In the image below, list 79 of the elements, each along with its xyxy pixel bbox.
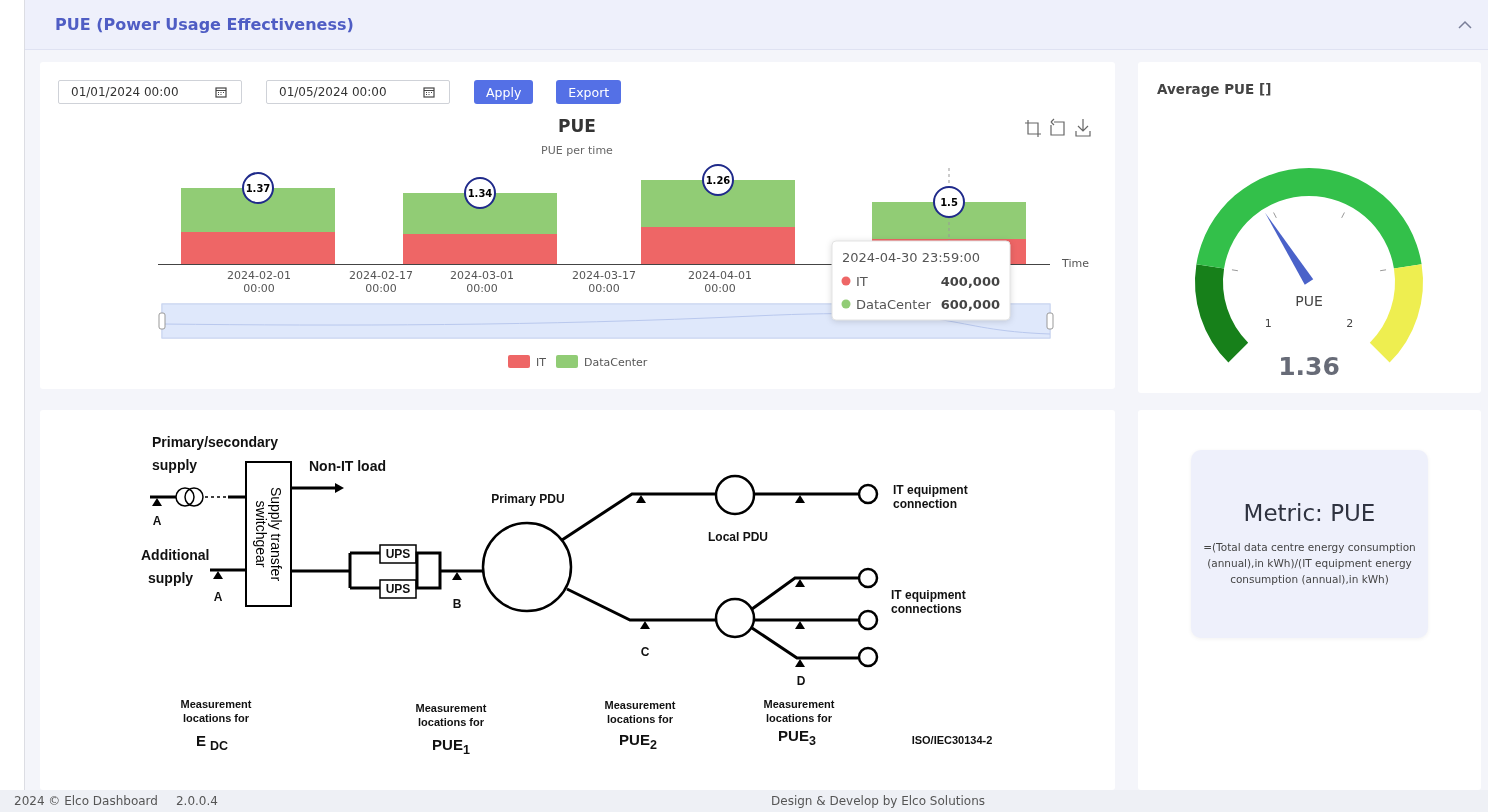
date-field[interactable]: 01/01/2024 00:00: [58, 80, 242, 104]
diagram-label: Supply transfer: [268, 486, 283, 582]
diagram-label: connections: [891, 603, 962, 615]
diagram-label: A: [213, 591, 223, 603]
diagram-label: Measurement: [763, 698, 835, 710]
axis-name: Time: [1062, 257, 1089, 270]
value-label: 1.26: [705, 175, 731, 186]
undo-icon[interactable]: [1050, 118, 1065, 136]
diagram-label: Measurement: [415, 702, 487, 714]
section-title: PUE (Power Usage Effectiveness): [55, 15, 354, 34]
diagram-label: Primary PDU: [491, 493, 565, 505]
diagram-label: Local PDU: [708, 531, 768, 543]
diagram-label: C: [640, 646, 650, 658]
diagram-label: IT equipment: [893, 484, 968, 496]
diagram-label: IT equipment: [891, 589, 966, 601]
diagram-label: E $_{DC}$: [195, 733, 229, 753]
diagram-label: PUE$_{1}$: [432, 737, 470, 757]
diagram-label: UPS: [385, 583, 411, 595]
diagram-label: Primary/secondary: [152, 435, 279, 449]
credit-text: Design & Develop by Elco Solutions: [771, 794, 985, 808]
gauge-max-label: 2: [1346, 316, 1354, 330]
metric-title: Metric: PUE: [1243, 500, 1376, 527]
apply-button[interactable]: Apply: [474, 80, 534, 104]
gauge-value: 1.36: [1278, 352, 1340, 381]
diagram-label: connection: [893, 498, 957, 510]
diagram-label: A: [152, 515, 162, 527]
gauge-min-label: 1: [1264, 316, 1272, 330]
series-name: DataCenter: [856, 297, 931, 312]
chart-subtitle: PUE per time: [541, 144, 613, 157]
value-label: 1.37: [245, 183, 271, 194]
axis-tick-label: 2024-03-17 00:00: [572, 269, 636, 295]
axis-tick-label: 2024-02-01 00:00: [227, 269, 291, 295]
download-icon[interactable]: [1075, 118, 1091, 137]
legend-label[interactable]: IT: [536, 356, 546, 369]
diagram-label: Measurement: [180, 698, 252, 710]
diagram-label: D: [796, 675, 806, 687]
diagram-label: Additional: [141, 548, 210, 562]
card-title: Average PUE []: [1156, 80, 1273, 97]
diagram-label: locations for: [418, 716, 484, 728]
axis-tick-label: 2024-04-01 00:00: [688, 269, 752, 295]
value-marker: [242, 172, 274, 204]
diagram-label: supply: [148, 571, 194, 585]
version-text: 2.0.0.4: [175, 794, 218, 808]
axis-tick-label: 2024-03-01 00:00: [450, 269, 514, 295]
series-value: 600,000: [940, 297, 1000, 312]
date-field[interactable]: 01/05/2024 00:00: [266, 80, 450, 104]
diagram-label: Measurement: [604, 699, 676, 711]
diagram-label: ISO/IEC30134-2: [911, 734, 993, 746]
crop-icon[interactable]: [1024, 119, 1042, 138]
value-marker: [464, 177, 496, 209]
diagram-label: locations for: [766, 712, 832, 724]
diagram-label: PUE$_{3}$: [778, 728, 816, 748]
series-name: IT: [856, 274, 868, 289]
chevron-icon[interactable]: [1458, 19, 1472, 30]
diagram-label: PUE$_{2}$: [619, 732, 657, 752]
metric-formula: =(Total data centre energy consumption (annual),in kWh)/(IT equipment energy consumption (annual),in kWh): [1202, 540, 1417, 587]
diagram-label: UPS: [385, 548, 411, 560]
series-value: 400,000: [940, 274, 1000, 289]
chart-title: PUE: [558, 116, 596, 136]
diagram-label: switchgear: [253, 500, 268, 568]
gauge-label: PUE: [1295, 293, 1323, 309]
diagram-label: locations for: [607, 713, 673, 725]
value-marker: [702, 164, 734, 196]
calendar-icon[interactable]: [423, 86, 435, 98]
copyright-text: 2024 © Elco Dashboard: [14, 794, 158, 808]
slider-handle[interactable]: [158, 312, 166, 330]
value-marker: [933, 186, 965, 218]
diagram-label: Non-IT load: [309, 459, 386, 473]
slider-handle[interactable]: [1046, 312, 1054, 330]
calendar-icon[interactable]: [215, 86, 227, 98]
diagram-label: supply: [152, 458, 198, 472]
tooltip-title: 2024-04-30 23:59:00: [842, 250, 981, 265]
value-label: 1.34: [467, 188, 493, 199]
export-button[interactable]: Export: [556, 80, 622, 104]
diagram-label: B: [452, 598, 462, 610]
value-label: 1.5: [940, 197, 958, 208]
legend-label[interactable]: DataCenter: [584, 356, 648, 369]
axis-tick-label: 2024-02-17 00:00: [349, 269, 413, 295]
diagram-label: locations for: [183, 712, 249, 724]
